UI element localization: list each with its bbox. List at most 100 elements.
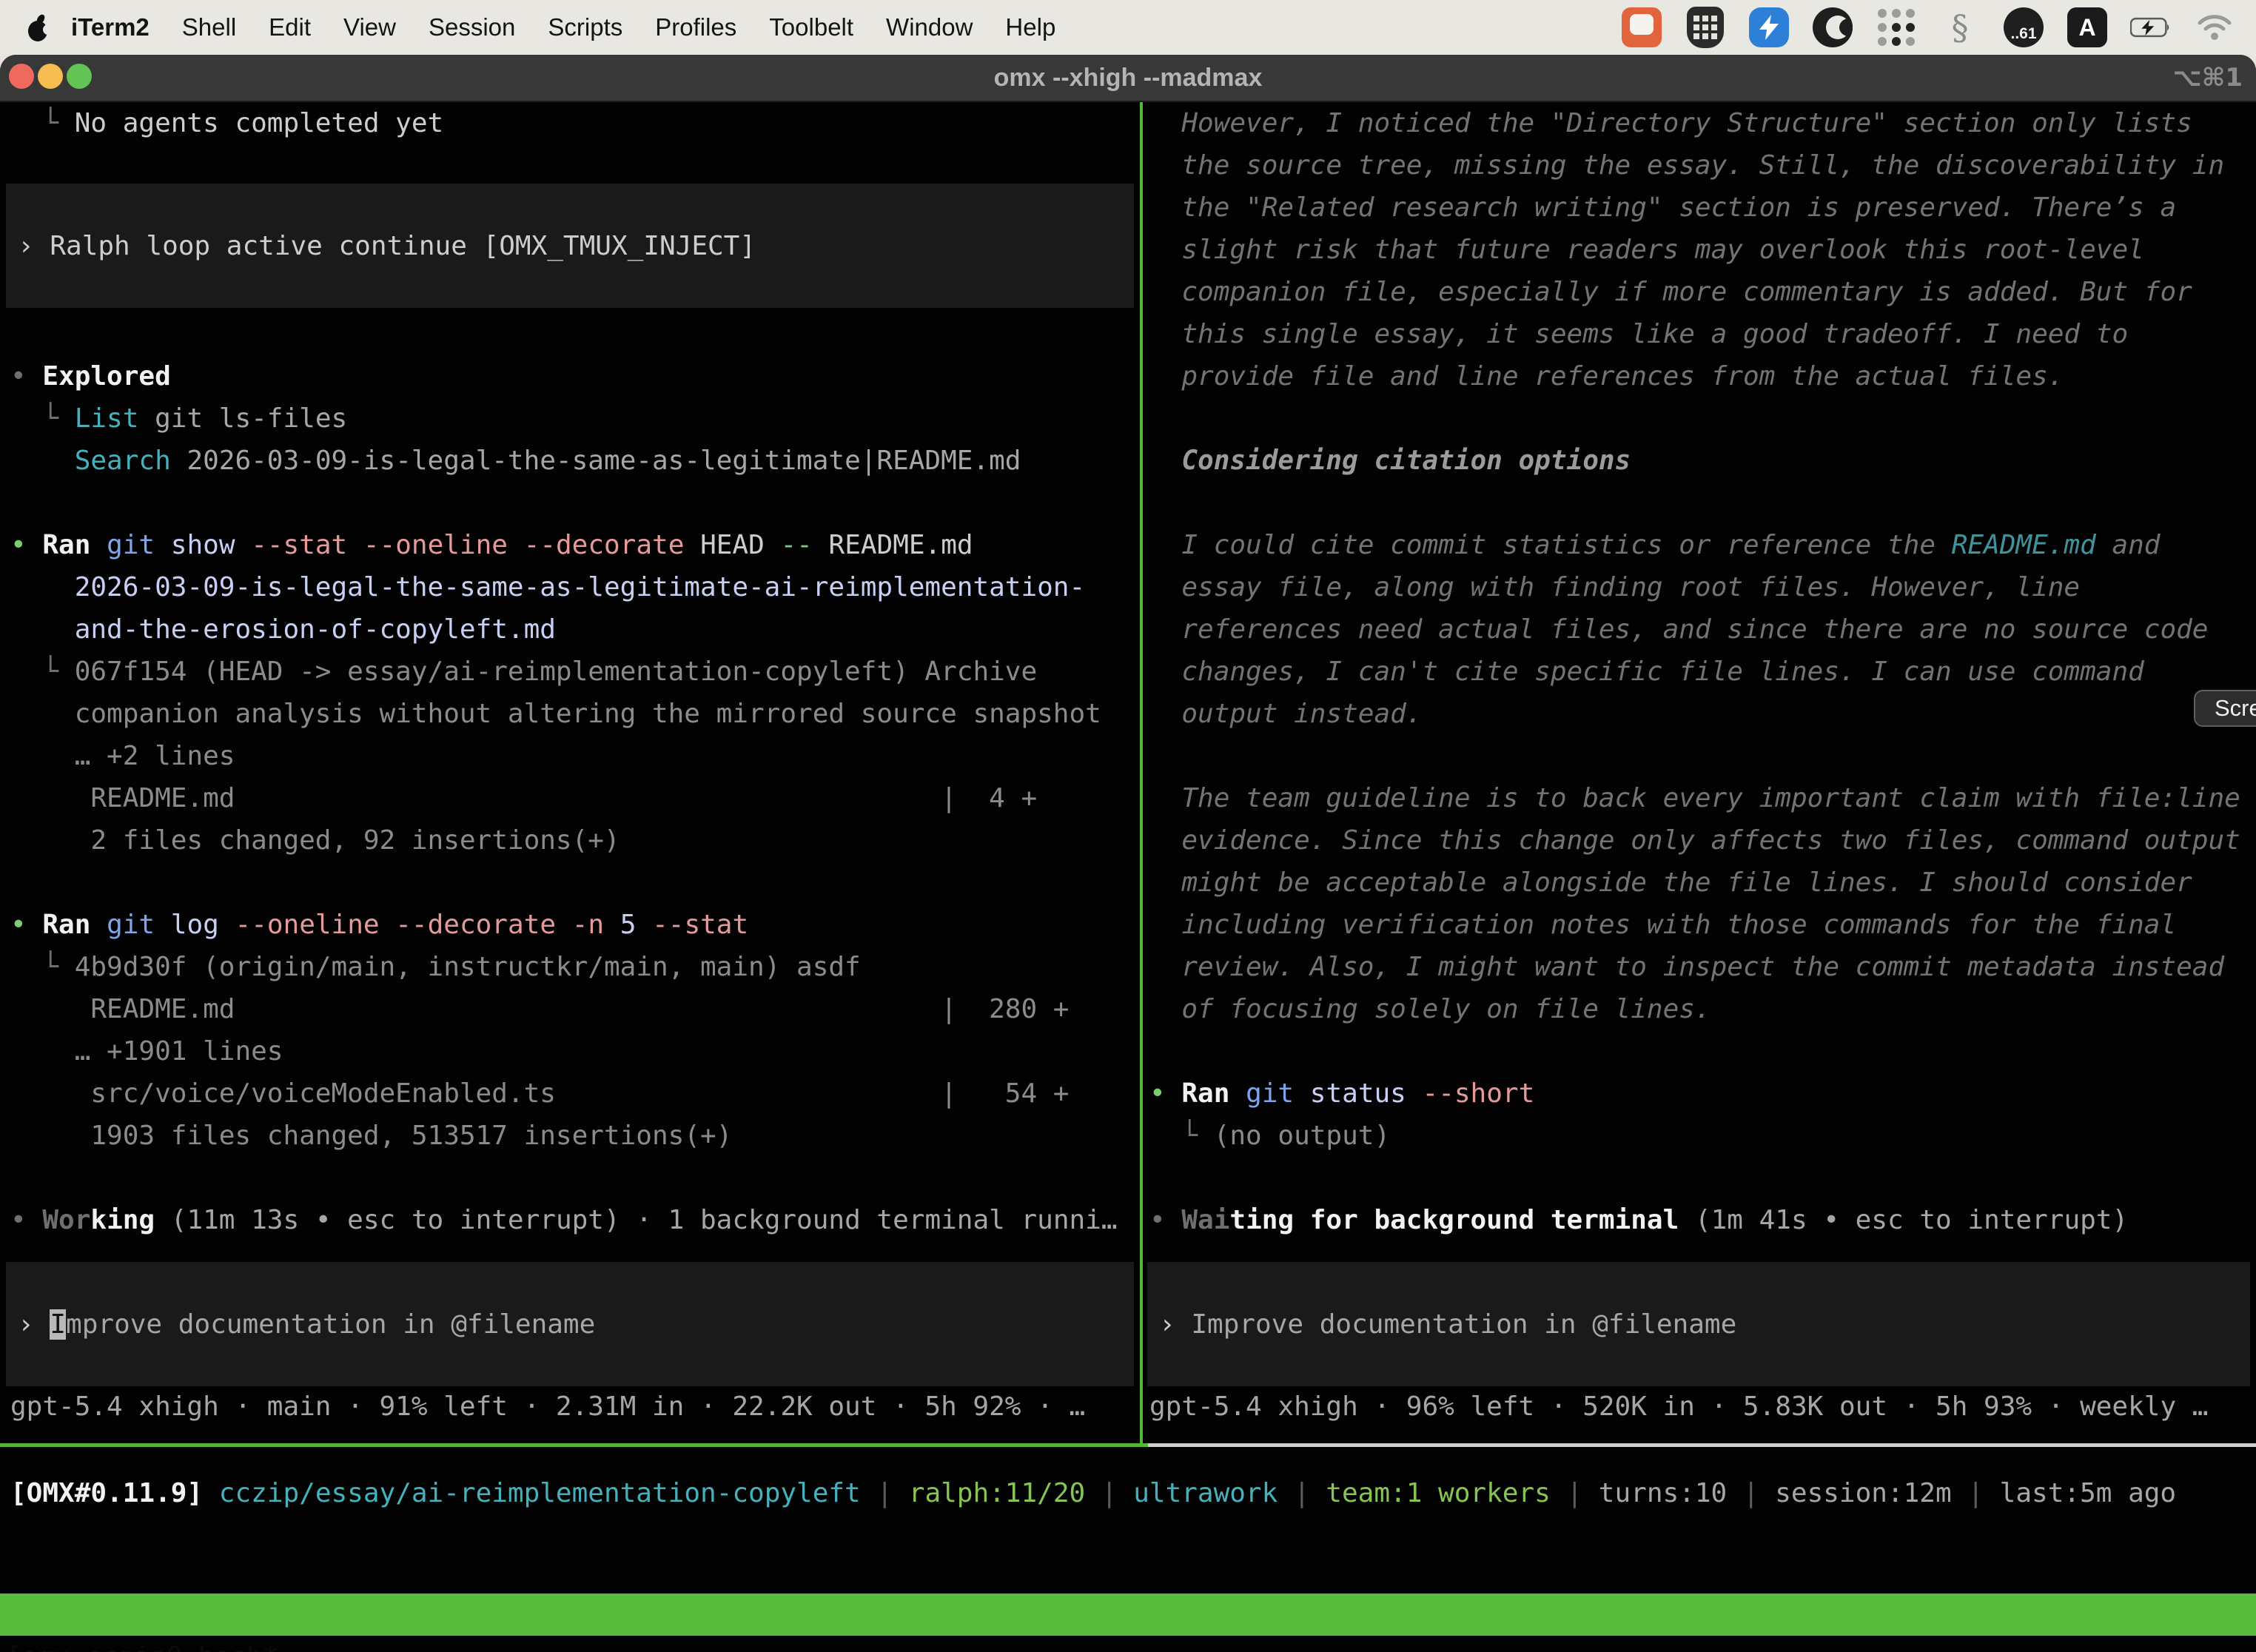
text-segment: Explored (42, 361, 170, 392)
terminal-line: essay file, along with finding root file… (1149, 566, 2256, 608)
right-prompt-input[interactable]: › Improve documentation in @filename (1147, 1262, 2250, 1386)
text-segment (1149, 446, 1181, 476)
text-segment: HEAD (700, 530, 765, 560)
text-segment: • (10, 1205, 42, 1235)
menu-item-profiles[interactable]: Profiles (639, 13, 753, 41)
menu-item-toolbelt[interactable]: Toolbelt (753, 13, 870, 41)
text-segment (1406, 1078, 1423, 1109)
text-segment: 5 (620, 910, 637, 940)
text-segment: mprove documentation in @filename (66, 1309, 595, 1340)
text-segment: slight risk that future readers may over… (1181, 235, 2143, 265)
text-segment (171, 446, 187, 476)
screen-tooltip: Scre (2194, 690, 2256, 727)
terminal-line (10, 862, 1140, 904)
text-segment (1149, 783, 1181, 813)
menu-item-edit[interactable]: Edit (252, 13, 327, 41)
text-segment: └ (10, 403, 75, 434)
text-segment: provide file and line references from th… (1181, 361, 2064, 392)
bolt-hex-icon[interactable] (1748, 7, 1790, 48)
text-segment (556, 910, 572, 940)
apple-menu-icon[interactable] (21, 12, 52, 43)
menu-item-view[interactable]: View (327, 13, 412, 41)
omx-status-line: [OMX#0.11.9] cczip/essay/ai-reimplementa… (10, 1472, 2176, 1514)
terminal-line: the source tree, missing the essay. Stil… (1149, 144, 2256, 187)
text-segment: companion file, especially if more comme… (1181, 277, 2192, 307)
text-segment: including verification notes with those … (1181, 910, 2176, 940)
terminal-line: • Ran git status --short (1149, 1072, 2256, 1115)
menu-item-window[interactable]: Window (870, 13, 989, 41)
text-segment: last:5m ago (2000, 1478, 2176, 1508)
text-segment: might be acceptable alongside the file l… (1181, 867, 2192, 898)
menu-item-scripts[interactable]: Scripts (531, 13, 639, 41)
terminal-line: provide file and line references from th… (1149, 355, 2256, 397)
text-segment: --stat --oneline --decorate (251, 530, 684, 560)
text-segment: status (1310, 1078, 1406, 1109)
text-segment: Ran (42, 530, 90, 560)
dots-grid-icon[interactable] (1876, 7, 1917, 48)
text-segment: README.md (1952, 530, 2096, 560)
menu-item-iterm2[interactable]: iTerm2 (52, 13, 166, 41)
text-segment (10, 1036, 75, 1067)
text-segment: › (1159, 1309, 1191, 1340)
text-segment (1149, 108, 1181, 138)
terminal-line: Search 2026-03-09-is-legal-the-same-as-l… (10, 440, 1140, 482)
terminal-line (10, 271, 1140, 313)
text-segment: No agents completed yet (75, 108, 444, 138)
text-segment: git (1246, 1078, 1294, 1109)
text-segment: gpt-5.4 xhigh · 96% left · 520K in · 5.8… (1149, 1391, 2208, 1422)
terminal-line: including verification notes with those … (1149, 904, 2256, 946)
text-segment: | (861, 1478, 909, 1508)
letter-a-icon[interactable]: A (2067, 7, 2108, 48)
left-model-status: gpt-5.4 xhigh · main · 91% left · 2.31M … (10, 1386, 1085, 1428)
text-segment (1149, 657, 1181, 687)
text-segment: Improve documentation in @filename (1191, 1309, 1736, 1340)
text-segment: --oneline --decorate (235, 910, 556, 940)
terminal-line (10, 1157, 1140, 1199)
pane-divider-vertical[interactable] (1140, 102, 1143, 1446)
terminal-line: src/voice/voiceModeEnabled.ts | 54 + (10, 1072, 1140, 1115)
left-terminal-pane[interactable]: └ No agents completed yet• Explored └ Li… (0, 102, 1140, 1443)
menu-item-help[interactable]: Help (989, 13, 1072, 41)
battery-icon[interactable] (2130, 7, 2172, 48)
text-segment: show (171, 530, 235, 560)
menu-item-session[interactable]: Session (412, 13, 531, 41)
text-segment: The team guideline is to back every impo… (1181, 783, 2240, 813)
right-terminal-pane[interactable]: However, I noticed the "Directory Struct… (1143, 102, 2256, 1443)
terminal-line: changes, I can't cite specific file line… (1149, 651, 2256, 693)
text-segment: (no output) (1214, 1121, 1390, 1151)
percent-badge-icon[interactable]: ..61 (2003, 7, 2044, 48)
text-segment: … +1901 lines (75, 1036, 283, 1067)
terminal-line: • Ran git show --stat --oneline --decora… (10, 524, 1140, 566)
menu-item-shell[interactable]: Shell (166, 13, 252, 41)
shield-grid-icon[interactable] (1685, 7, 1726, 48)
text-segment (10, 699, 75, 729)
terminal-line: 2026-03-09-is-legal-the-same-as-legitima… (10, 566, 1140, 608)
left-prompt-input[interactable]: › Improve documentation in @filename (6, 1262, 1134, 1386)
text-segment: Considering citation options (1181, 446, 1631, 476)
terminal-line (1149, 397, 2256, 440)
text-segment (604, 910, 620, 940)
text-segment: • (10, 910, 42, 940)
terminal-line (10, 482, 1140, 524)
terminal-line: README.md | 4 + (10, 777, 1140, 819)
squiggle-icon[interactable]: § (1939, 7, 1981, 48)
text-segment: Ran (42, 910, 90, 940)
wifi-icon[interactable] (2194, 7, 2235, 48)
text-segment: changes, I can't cite specific file line… (1181, 657, 2143, 687)
window-title-bar[interactable]: omx --xhigh --madmax ⌥⌘1 (0, 55, 2256, 102)
terminal-line: However, I noticed the "Directory Struct… (1149, 102, 2256, 144)
text-segment: └ (10, 657, 75, 687)
text-segment (636, 910, 652, 940)
text-segment: Search (75, 446, 171, 476)
text-segment: references need actual files, and since … (1181, 614, 2208, 645)
text-segment: --short (1423, 1078, 1535, 1109)
terminal-line: • Waiting for background terminal (1m 41… (1149, 1199, 2256, 1241)
crescent-circle-icon[interactable] (1812, 7, 1853, 48)
chat-app-icon[interactable] (1621, 7, 1662, 48)
terminal-line (1149, 1030, 2256, 1072)
terminal-line (10, 229, 1140, 271)
text-segment: README.md | 4 + (10, 783, 1037, 813)
text-segment: └ (10, 108, 75, 138)
text-segment (138, 403, 155, 434)
text-segment: session:12m (1775, 1478, 1951, 1508)
